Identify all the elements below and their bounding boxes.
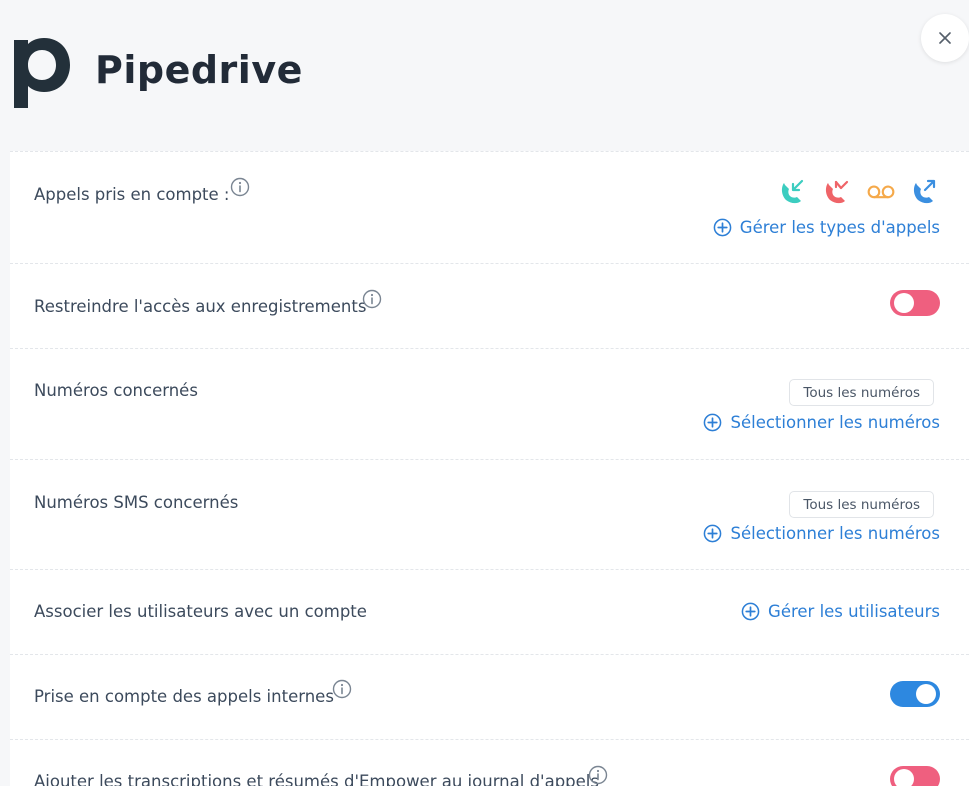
info-icon[interactable] bbox=[332, 679, 352, 699]
settings-panel: Appels pris en compte : Gérer les types … bbox=[10, 151, 969, 786]
calls-label: Appels pris en compte : bbox=[34, 185, 230, 204]
manage-call-types-label: Gérer les types d'appels bbox=[739, 218, 940, 237]
all-sms-numbers-chip: Tous les numéros bbox=[789, 491, 934, 518]
select-sms-numbers-label: Sélectionner les numéros bbox=[730, 524, 940, 543]
all-numbers-chip: Tous les numéros bbox=[789, 379, 934, 406]
users-label: Associer les utilisateurs avec un compte bbox=[34, 602, 367, 621]
select-numbers-link[interactable]: Sélectionner les numéros bbox=[703, 413, 940, 432]
select-numbers-label: Sélectionner les numéros bbox=[730, 413, 940, 432]
internal-calls-row: Prise en compte des appels internes bbox=[10, 655, 969, 740]
call-types-icons bbox=[778, 177, 940, 205]
recordings-label: Restreindre l'accès aux enregistrements bbox=[34, 297, 367, 316]
sms-numbers-label: Numéros SMS concernés bbox=[34, 493, 239, 512]
missed-call-icon[interactable] bbox=[822, 177, 852, 205]
internal-calls-toggle[interactable] bbox=[890, 681, 940, 707]
toggle-knob bbox=[916, 684, 936, 704]
users-row: Associer les utilisateurs avec un compte… bbox=[10, 570, 969, 655]
app-title: Pipedrive bbox=[95, 48, 303, 92]
plus-circle-icon bbox=[704, 524, 722, 543]
header: Pipedrive bbox=[0, 0, 969, 150]
sms-numbers-row: Numéros SMS concernés Tous les numéros S… bbox=[10, 460, 969, 570]
manage-users-link[interactable]: Gérer les utilisateurs bbox=[741, 602, 940, 621]
recordings-row: Restreindre l'accès aux enregistrements bbox=[10, 264, 969, 349]
numbers-row: Numéros concernés Tous les numéros Sélec… bbox=[10, 349, 969, 460]
plus-circle-icon bbox=[704, 413, 722, 432]
incoming-call-icon[interactable] bbox=[778, 177, 808, 205]
pipedrive-logo bbox=[14, 38, 70, 108]
calls-row: Appels pris en compte : Gérer les types … bbox=[10, 152, 969, 264]
select-sms-numbers-link[interactable]: Sélectionner les numéros bbox=[703, 524, 940, 543]
outgoing-call-icon[interactable] bbox=[910, 177, 940, 205]
transcripts-toggle[interactable] bbox=[890, 766, 940, 786]
close-button[interactable] bbox=[921, 14, 969, 62]
info-icon[interactable] bbox=[362, 289, 382, 309]
toggle-knob bbox=[894, 293, 914, 313]
close-icon bbox=[939, 32, 951, 44]
toggle-knob bbox=[894, 769, 914, 786]
manage-call-types-link[interactable]: Gérer les types d'appels bbox=[713, 218, 940, 237]
manage-users-label: Gérer les utilisateurs bbox=[768, 602, 940, 621]
info-icon[interactable] bbox=[230, 177, 250, 197]
internal-calls-label: Prise en compte des appels internes bbox=[34, 687, 334, 706]
plus-circle-icon bbox=[713, 218, 732, 237]
transcripts-row: Ajouter les transcriptions et résumés d'… bbox=[10, 740, 969, 786]
info-icon[interactable] bbox=[588, 765, 608, 785]
voicemail-icon[interactable] bbox=[866, 177, 896, 205]
numbers-label: Numéros concernés bbox=[34, 381, 198, 400]
plus-circle-icon bbox=[741, 602, 760, 621]
transcripts-label: Ajouter les transcriptions et résumés d'… bbox=[34, 772, 599, 786]
restrict-recordings-toggle[interactable] bbox=[890, 290, 940, 316]
